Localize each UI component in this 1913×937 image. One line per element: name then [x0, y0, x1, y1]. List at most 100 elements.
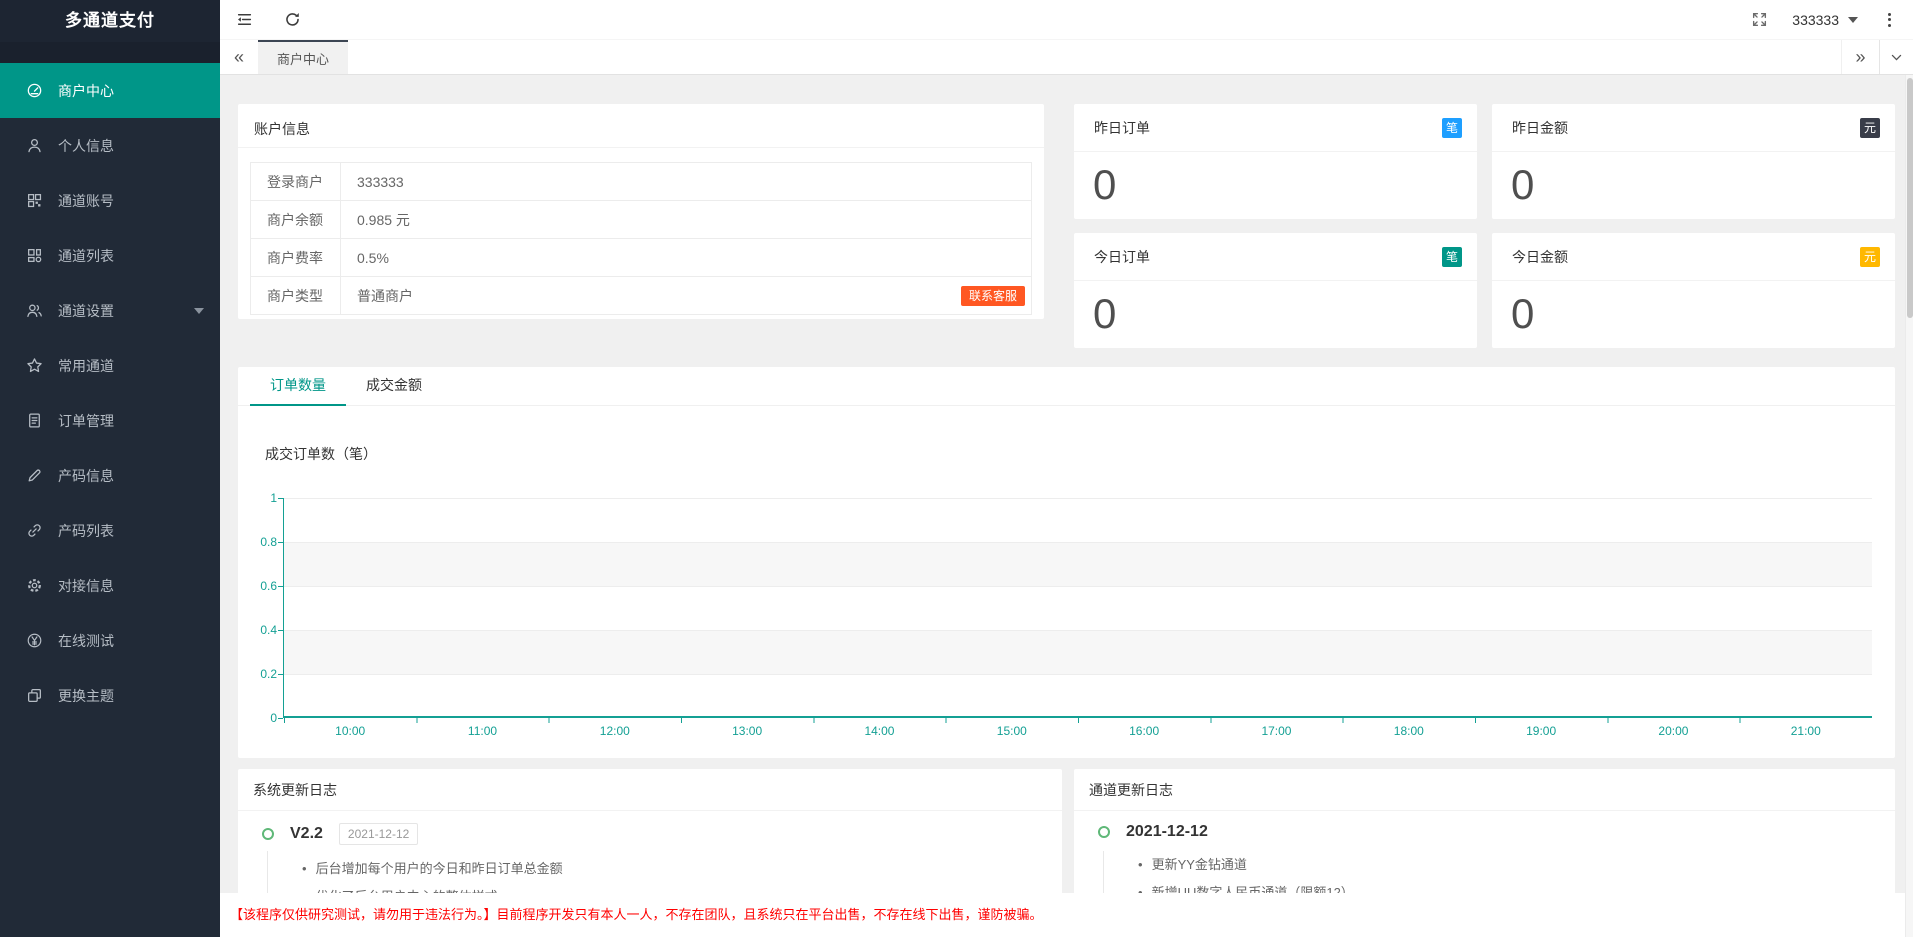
sidebar: 多通道支付 商户中心 个人信息 通道账号 — [0, 0, 220, 937]
timeline: 2021-12-12 更新YY金钻通道 新增UU数字人民币通道（限额12） — [1074, 811, 1895, 893]
log-item: 后台增加每个用户的今日和昨日订单总金额 — [302, 859, 1042, 879]
timeline-line — [1103, 851, 1104, 893]
x-axis-label: 14:00 — [813, 724, 945, 738]
tab-merchant-center[interactable]: 商户中心 — [258, 40, 348, 74]
sidebar-item-code-info[interactable]: 产码信息 — [0, 448, 220, 503]
sidebar-item-label: 在线测试 — [58, 631, 114, 651]
disclaimer-notice: 【该程序仅供研究测试，请勿用于违法行为。】目前程序开发只有本人一人，不存在团队，… — [220, 893, 1913, 937]
fullscreen-button[interactable] — [1751, 0, 1768, 40]
y-axis-label: 0.2 — [239, 666, 277, 682]
stat-card-today-amount: 今日金额 元 0 — [1492, 233, 1895, 348]
chevron-down-icon — [194, 308, 204, 314]
x-axis-labels: 10:00 11:00 12:00 13:00 14:00 15:00 16:0… — [284, 724, 1872, 738]
x-axis-label: 16:00 — [1078, 724, 1210, 738]
log-version: V2.2 — [290, 825, 323, 843]
chart-tabs: 订单数量 成交金额 — [238, 367, 1895, 406]
stat-title: 昨日金额 — [1512, 118, 1568, 138]
refresh-button[interactable] — [268, 0, 316, 40]
row-value: 0.985 元 — [341, 201, 1032, 239]
tab-order-count[interactable]: 订单数量 — [250, 367, 346, 406]
x-axis-label: 19:00 — [1475, 724, 1607, 738]
chevron-down-icon — [1848, 17, 1858, 23]
plot-band — [284, 586, 1872, 630]
sidebar-item-change-theme[interactable]: 更换主题 — [0, 668, 220, 723]
more-menu-button[interactable] — [1882, 9, 1897, 31]
stat-title: 今日订单 — [1094, 247, 1150, 267]
app-logo: 多通道支付 — [0, 0, 220, 42]
timeline-dot-icon — [262, 828, 274, 840]
sidebar-item-label: 通道设置 — [58, 301, 114, 321]
account-info-card: 账户信息 登录商户 333333 商户余额 0.985 元 商户费率 0.5% — [238, 104, 1044, 319]
y-axis-label: 0.6 — [239, 578, 277, 594]
tabs-scroll-right-button[interactable]: » — [1841, 40, 1879, 74]
timeline-line — [267, 851, 268, 893]
pencil-icon — [26, 467, 43, 484]
vertical-scrollbar — [1905, 75, 1913, 937]
refresh-icon — [284, 11, 301, 28]
table-row: 商户类型 普通商户 联系客服 — [251, 277, 1032, 315]
tab-transaction-amount[interactable]: 成交金额 — [346, 367, 442, 405]
log-date: 2021-12-12 — [1126, 823, 1208, 841]
stat-value: 0 — [1074, 152, 1477, 208]
chart-plot: 1 0.8 0.6 0.4 0.2 0 10:00 11:00 12:00 13… — [283, 498, 1872, 718]
unit-badge: 元 — [1860, 247, 1880, 267]
x-axis-label: 20:00 — [1607, 724, 1739, 738]
sidebar-item-common-channels[interactable]: 常用通道 — [0, 338, 220, 393]
tabs-dropdown-button[interactable] — [1879, 40, 1913, 74]
log-card-title: 系统更新日志 — [238, 769, 1062, 811]
channel-update-log-card: 通道更新日志 2021-12-12 更新YY金钻通道 新增UU数字人民币通道（限… — [1074, 769, 1895, 893]
qr-grid-icon — [26, 192, 43, 209]
y-axis-label: 0.8 — [239, 534, 277, 550]
x-axis-label: 10:00 — [284, 724, 416, 738]
stat-title: 今日金额 — [1512, 247, 1568, 267]
dot-icon — [1888, 24, 1891, 27]
contact-support-button[interactable]: 联系客服 — [961, 286, 1025, 306]
log-item: 新增UU数字人民币通道（限额12） — [1138, 883, 1875, 893]
sidebar-item-channel-settings[interactable]: 通道设置 — [0, 283, 220, 338]
row-value-cell: 普通商户 联系客服 — [341, 277, 1032, 315]
merchant-dropdown[interactable]: 333333 — [1792, 12, 1858, 28]
sidebar-item-channel-account[interactable]: 通道账号 — [0, 173, 220, 228]
sidebar-nav: 商户中心 个人信息 通道账号 通道列表 — [0, 63, 220, 723]
page-tabstrip: « 商户中心 » — [220, 40, 1913, 75]
row-label: 商户费率 — [251, 239, 341, 277]
timeline-dot-icon — [1098, 826, 1110, 838]
topbar: 333333 — [220, 0, 1913, 40]
sidebar-item-order-management[interactable]: 订单管理 — [0, 393, 220, 448]
stat-card-yesterday-amount: 昨日金额 元 0 — [1492, 104, 1895, 219]
sidebar-item-channel-list[interactable]: 通道列表 — [0, 228, 220, 283]
sidebar-item-api-info[interactable]: 对接信息 — [0, 558, 220, 613]
collapse-menu-button[interactable] — [220, 0, 268, 40]
unit-badge: 笔 — [1442, 118, 1462, 138]
row-value: 0.5% — [341, 239, 1032, 277]
sidebar-item-merchant-center[interactable]: 商户中心 — [0, 63, 220, 118]
y-axis-label: 0 — [239, 710, 277, 726]
table-row: 商户费率 0.5% — [251, 239, 1032, 277]
tabs-scroll-left-button[interactable]: « — [220, 40, 258, 74]
app-root: 多通道支付 商户中心 个人信息 通道账号 — [0, 0, 1913, 937]
log-item-list: 后台增加每个用户的今日和昨日订单总金额 优化了后台用户中心的整体样式 — [302, 859, 1042, 893]
orders-chart-card: 订单数量 成交金额 成交订单数（笔） 1 0.8 0.6 0.4 0.2 0 — [238, 367, 1895, 758]
user-icon — [26, 137, 43, 154]
top-row: 账户信息 登录商户 333333 商户余额 0.985 元 商户费率 0.5% — [238, 104, 1895, 348]
account-info-table: 登录商户 333333 商户余额 0.985 元 商户费率 0.5% 商户类型 — [250, 162, 1032, 315]
merchant-id: 333333 — [1792, 12, 1839, 28]
row-value: 普通商户 — [357, 286, 413, 306]
sidebar-item-code-list[interactable]: 产码列表 — [0, 503, 220, 558]
link-icon — [26, 522, 43, 539]
scrollbar-thumb[interactable] — [1907, 78, 1913, 318]
x-axis-label: 17:00 — [1210, 724, 1342, 738]
document-icon — [26, 412, 43, 429]
sidebar-item-personal-info[interactable]: 个人信息 — [0, 118, 220, 173]
fullscreen-icon — [1751, 11, 1768, 28]
x-axis-label: 15:00 — [946, 724, 1078, 738]
sidebar-item-label: 产码信息 — [58, 466, 114, 486]
sidebar-item-label: 个人信息 — [58, 136, 114, 156]
sidebar-item-online-test[interactable]: 在线测试 — [0, 613, 220, 668]
stat-value: 0 — [1492, 152, 1895, 208]
plot-band — [284, 498, 1872, 542]
chart-subtitle: 成交订单数（笔） — [265, 444, 1895, 464]
y-axis-label: 1 — [239, 490, 277, 506]
stat-value: 0 — [1492, 281, 1895, 337]
log-item-list: 更新YY金钻通道 新增UU数字人民币通道（限额12） — [1138, 855, 1875, 893]
